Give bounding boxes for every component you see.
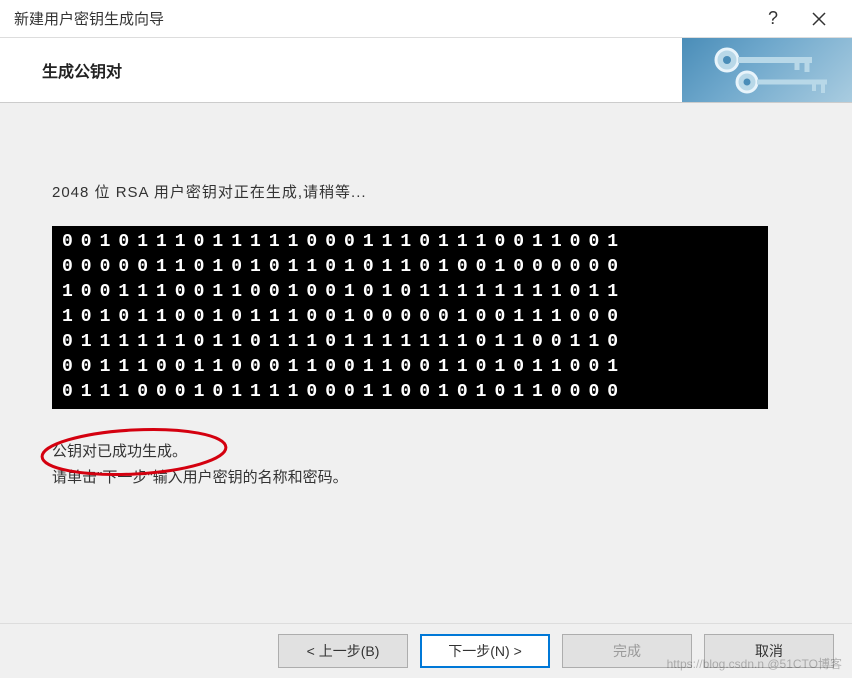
window-controls: ? (750, 0, 842, 38)
banner-title: 生成公钥对 (42, 58, 122, 82)
window-title: 新建用户密钥生成向导 (14, 8, 750, 29)
generating-label: 2048 位 RSA 用户密钥对正在生成,请稍等... (52, 181, 800, 202)
banner: 生成公钥对 (0, 38, 852, 103)
next-button[interactable]: 下一步(N) > (420, 634, 550, 668)
status-done-text: 公钥对已成功生成。 (52, 439, 800, 465)
content-area: 2048 位 RSA 用户密钥对正在生成,请稍等... 001011101111… (0, 103, 852, 623)
bits-display: 001011101111100011101110011001 000001101… (52, 226, 768, 409)
close-button[interactable] (796, 0, 842, 38)
keys-icon (692, 40, 842, 100)
status-hint-text: 请单击"下一步"输入用户密钥的名称和密码。 (52, 465, 800, 491)
titlebar: 新建用户密钥生成向导 ? (0, 0, 852, 38)
back-button[interactable]: < 上一步(B) (278, 634, 408, 668)
cancel-button[interactable]: 取消 (704, 634, 834, 668)
footer: < 上一步(B) 下一步(N) > 完成 取消 (0, 623, 852, 678)
close-icon (812, 12, 826, 26)
banner-art (682, 38, 852, 102)
help-button[interactable]: ? (750, 0, 796, 38)
status-area: 公钥对已成功生成。 请单击"下一步"输入用户密钥的名称和密码。 (52, 439, 800, 491)
finish-button: 完成 (562, 634, 692, 668)
